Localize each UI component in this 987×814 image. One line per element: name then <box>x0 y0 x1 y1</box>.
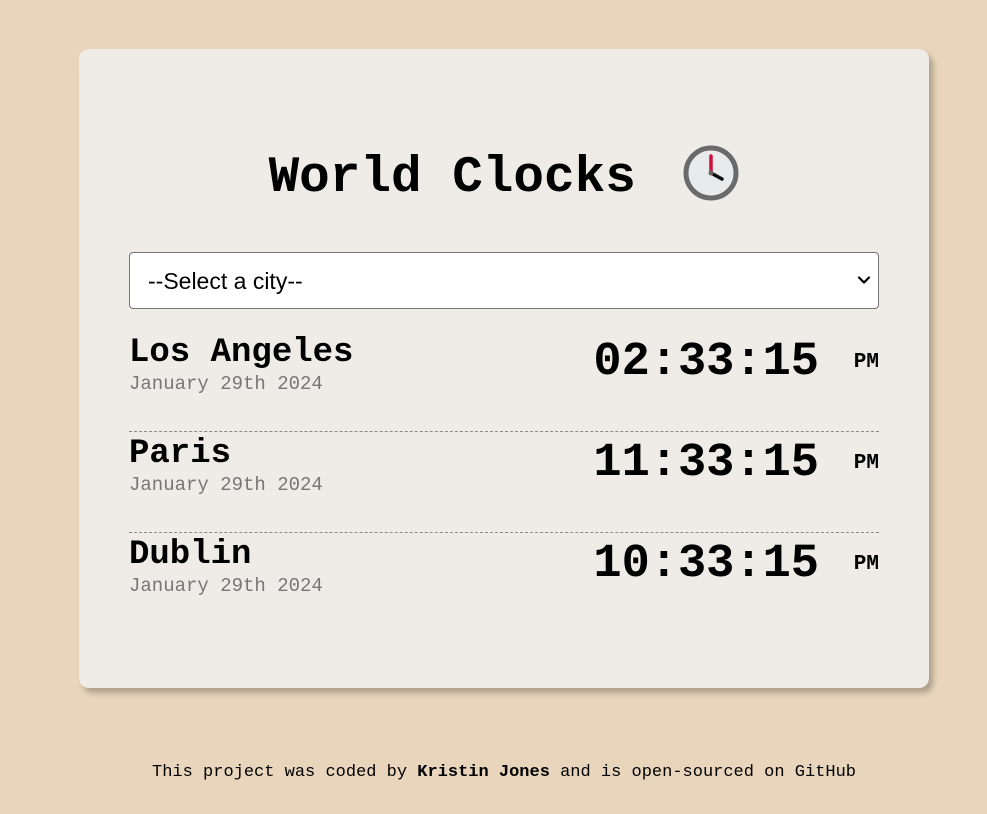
footer: This project was coded by Kristin Jones … <box>0 762 987 784</box>
footer-middle: and is <box>560 763 622 782</box>
city-select-value: --Select a city-- <box>148 268 303 294</box>
github-link[interactable]: open-sourced on GitHub <box>632 763 856 782</box>
author-link[interactable]: Kristin Jones <box>417 763 550 782</box>
title-row: World Clocks <box>79 145 929 219</box>
city-select[interactable]: --Select a city-- <box>129 252 879 309</box>
city-ampm: PM <box>853 452 879 475</box>
city-date: January 29th 2024 <box>129 373 323 395</box>
city-row-paris: Paris January 29th 2024 11:33:15 PM <box>129 432 879 533</box>
city-ampm: PM <box>853 553 879 576</box>
world-clocks-card: World Clocks --Select a city-- Los Angel… <box>79 49 929 688</box>
city-row-los-angeles: Los Angeles January 29th 2024 02:33:15 P… <box>129 331 879 432</box>
city-name: Paris <box>129 435 232 473</box>
city-ampm: PM <box>853 351 879 374</box>
footer-prefix: This project was coded by <box>152 763 408 782</box>
city-list: Los Angeles January 29th 2024 02:33:15 P… <box>129 331 879 634</box>
city-time: 10:33:15 <box>593 538 819 591</box>
clock-icon <box>683 145 739 201</box>
city-date: January 29th 2024 <box>129 575 323 597</box>
city-time: 11:33:15 <box>593 437 819 490</box>
city-date: January 29th 2024 <box>129 474 323 496</box>
city-name: Dublin <box>129 536 252 574</box>
city-row-dublin: Dublin January 29th 2024 10:33:15 PM <box>129 533 879 634</box>
page-title: World Clocks <box>268 150 636 207</box>
city-name: Los Angeles <box>129 334 354 372</box>
city-time: 02:33:15 <box>593 336 819 389</box>
chevron-down-icon <box>856 272 872 288</box>
